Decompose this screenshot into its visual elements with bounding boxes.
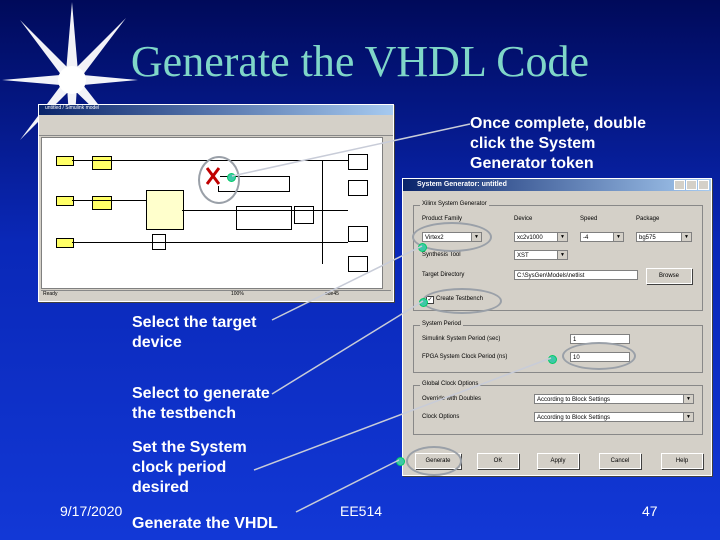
callout-target-device: Select the target device <box>132 313 256 353</box>
callout-line: Select to generate <box>132 385 270 402</box>
footer-date: 9/17/2020 <box>60 503 123 519</box>
callout-line: Set the System <box>132 439 247 456</box>
callout-line: clock period <box>132 459 227 476</box>
callout-testbench: Select to generate the testbench <box>132 384 270 424</box>
callout-line: device <box>132 334 182 351</box>
callout-generate: Generate the VHDL <box>132 515 278 532</box>
callout-line: the testbench <box>132 405 237 422</box>
callout-line: Select the target <box>132 314 257 331</box>
callout-line: desired <box>132 479 189 496</box>
callout-clock-period: Set the System clock period desired <box>132 438 247 498</box>
callout-lines <box>231 123 552 513</box>
page-number: 47 <box>642 503 658 519</box>
footer-course: EE514 <box>340 503 383 519</box>
